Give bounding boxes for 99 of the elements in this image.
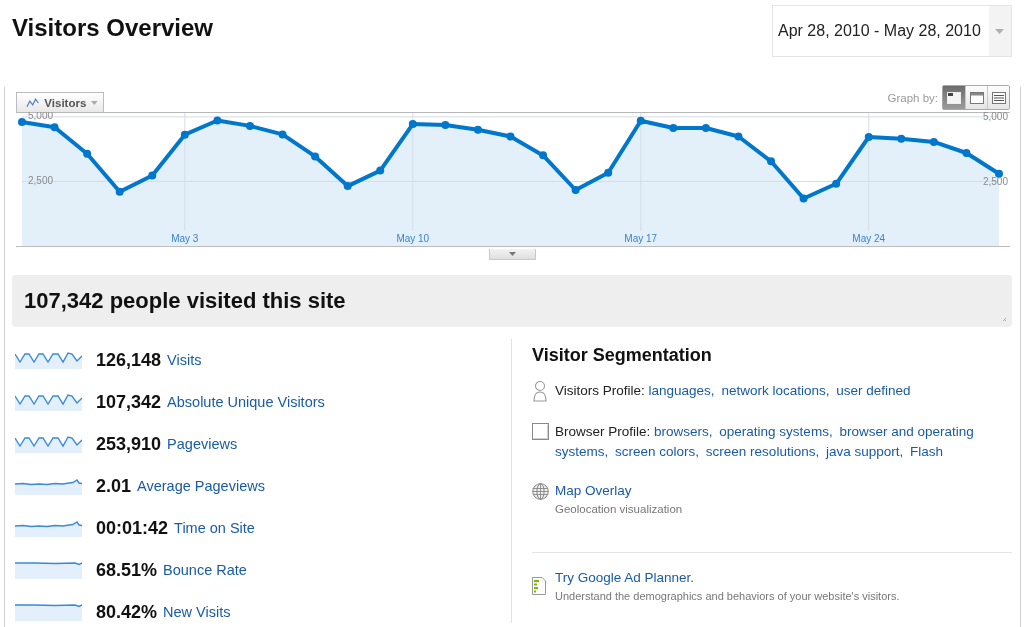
globe-icon — [532, 483, 549, 500]
data-point — [604, 168, 613, 177]
data-point — [376, 166, 385, 175]
metric-link[interactable]: Time on Site — [174, 520, 255, 536]
sparkline — [15, 435, 82, 453]
data-point — [343, 182, 352, 191]
date-range-picker[interactable]: Apr 28, 2010 - May 28, 2010 — [772, 5, 1012, 57]
segment-link[interactable]: languages, — [648, 383, 715, 398]
metric-value: 2.01 — [96, 475, 132, 497]
axis-label: 2,500 — [28, 174, 54, 186]
person-icon — [533, 380, 547, 402]
promo-link[interactable]: Try Google Ad Planner. — [555, 568, 695, 588]
axis-label: May 17 — [624, 233, 658, 244]
data-point — [245, 121, 254, 130]
segment-label: Visitors Profile: — [555, 383, 645, 398]
data-point — [115, 187, 124, 196]
metric-value: 00:01:42 — [96, 517, 169, 539]
segment-link[interactable]: Map Overlay — [555, 481, 632, 501]
caret-icon — [91, 100, 98, 105]
sparkline — [15, 477, 82, 495]
data-point — [18, 118, 26, 127]
data-point — [897, 134, 906, 143]
data-point — [669, 124, 678, 132]
segment-link[interactable]: systems, — [555, 444, 609, 459]
metric-value: 68.51% — [96, 559, 158, 581]
axis-label: May 3 — [171, 233, 199, 244]
sparkline — [15, 351, 82, 369]
metric-link[interactable]: Absolute Unique Visitors — [167, 394, 325, 410]
data-point — [701, 124, 710, 132]
box-header-icon — [969, 91, 984, 104]
data-point — [767, 157, 776, 166]
data-point — [832, 179, 841, 188]
segment-description: Geolocation visualization — [555, 502, 683, 517]
segment-link[interactable]: operating systems, — [719, 424, 833, 439]
axis-label: May 24 — [852, 233, 886, 244]
data-point — [539, 151, 548, 160]
metric-link[interactable]: New Visits — [163, 604, 231, 620]
metric-link[interactable]: Pageviews — [167, 436, 238, 452]
graph-by-button[interactable] — [965, 86, 987, 109]
metric-dropdown[interactable]: Visitors — [16, 92, 104, 112]
data-point — [311, 152, 320, 161]
resize-grip-icon — [1002, 317, 1007, 322]
segment-link[interactable]: screen colors, — [615, 444, 700, 459]
data-point — [83, 149, 92, 158]
data-point — [995, 169, 1003, 178]
graph-by-button[interactable] — [943, 86, 965, 109]
data-point — [50, 123, 59, 132]
axis-label: 5,000 — [982, 112, 1008, 123]
metric-value: 80.42% — [96, 601, 158, 623]
segment-link[interactable]: Flash — [910, 444, 943, 459]
graph-by-button[interactable] — [987, 86, 1009, 109]
data-point — [473, 125, 482, 134]
data-point — [506, 132, 515, 141]
axis-label: May 10 — [396, 233, 430, 244]
box-corner-icon — [947, 91, 961, 104]
axis-label: 2,500 — [982, 175, 1008, 187]
graph-by-label: Graph by: — [887, 91, 938, 104]
sparkline — [15, 393, 82, 411]
metric-value: 126,148 — [96, 349, 162, 371]
data-point — [864, 133, 873, 141]
segment-link[interactable]: network locations, — [721, 383, 830, 398]
data-point — [799, 194, 808, 203]
data-point — [571, 185, 580, 194]
section-title: Visitor Segmentation — [532, 344, 713, 366]
sparkline — [15, 519, 82, 537]
segment-label: Browser Profile: — [555, 424, 651, 439]
segment-link[interactable]: browsers, — [654, 424, 713, 439]
data-point — [929, 137, 938, 146]
metric-value: 253,910 — [96, 433, 162, 455]
data-point — [636, 116, 645, 125]
data-point — [148, 171, 157, 180]
bar-document-icon — [532, 577, 546, 595]
line-chart-icon — [26, 97, 40, 108]
caret-icon — [508, 252, 516, 256]
segment-link[interactable]: user defined — [836, 383, 911, 398]
metric-link[interactable]: Visits — [167, 352, 202, 368]
data-point — [408, 120, 417, 129]
chart-toggle-button[interactable] — [488, 249, 536, 260]
list-icon — [991, 91, 1006, 104]
metric-link[interactable]: Bounce Rate — [163, 562, 247, 578]
data-point — [180, 130, 189, 139]
sparkline — [15, 603, 82, 621]
promo-description: Understand the demographics and behaviors of your website's visitors. — [555, 589, 900, 604]
page-title: Visitors Overview — [12, 14, 213, 42]
segment-link[interactable]: screen resolutions, — [705, 444, 820, 459]
summary-title: 107,342 people visited this site — [24, 288, 346, 314]
data-point — [962, 149, 971, 158]
segment-link[interactable]: browser and operating — [839, 424, 974, 439]
data-point — [734, 132, 743, 141]
metric-link[interactable]: Average Pageviews — [137, 478, 265, 494]
data-point — [278, 130, 287, 139]
metric-value: 107,342 — [96, 391, 162, 413]
window-icon — [532, 423, 549, 440]
data-point — [441, 120, 450, 129]
segment-link[interactable]: java support, — [825, 444, 904, 459]
caret-icon — [995, 28, 1004, 34]
axis-label: 5,000 — [28, 112, 54, 122]
sparkline — [15, 561, 82, 579]
data-point — [213, 116, 222, 125]
